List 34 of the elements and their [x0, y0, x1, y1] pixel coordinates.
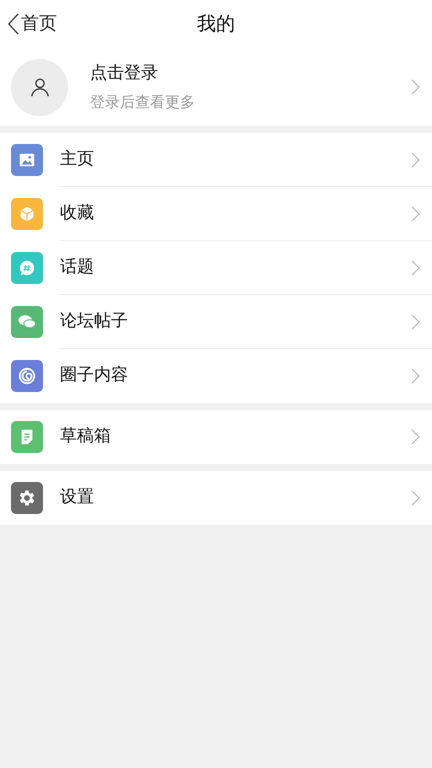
- person-icon: [28, 76, 50, 98]
- settings-icon: [17, 488, 37, 508]
- menu-item[interactable]: 设置: [0, 471, 432, 525]
- login-title: 点击登录: [90, 62, 159, 85]
- menu-label: 设置: [60, 486, 95, 510]
- chevron-right-icon: [411, 152, 420, 168]
- chevron-right-icon: [411, 429, 420, 445]
- cube-icon: [18, 205, 36, 223]
- menu-label: 话题: [60, 256, 95, 279]
- menu-item[interactable]: 圈子内容: [0, 349, 432, 403]
- menu-label: 圈子内容: [60, 364, 129, 388]
- chevron-right-icon: [411, 79, 420, 95]
- speech-bubble-icon: [18, 259, 36, 277]
- menu-item[interactable]: 收藏: [0, 187, 432, 241]
- chevron-right-icon: [411, 368, 420, 384]
- menu-label: 草稿箱: [60, 425, 112, 448]
- menu-label: 收藏: [60, 202, 95, 225]
- back-chevron-icon: [8, 12, 19, 34]
- image-icon: [18, 151, 36, 169]
- page-title: 我的: [197, 12, 235, 37]
- chevron-right-icon: [411, 314, 420, 330]
- login-subtitle: 登录后查看更多: [90, 92, 196, 112]
- menu-item[interactable]: 主页: [0, 133, 432, 187]
- chevron-right-icon: [411, 260, 420, 276]
- back-button[interactable]: 首页: [8, 10, 57, 37]
- menu-label: 论坛帖子: [60, 310, 129, 333]
- chevron-right-icon: [411, 206, 420, 222]
- menu-item[interactable]: 草稿箱: [0, 410, 432, 464]
- spiral-icon: [18, 367, 36, 385]
- menu-label: 主页: [60, 148, 95, 171]
- menu-item[interactable]: 论坛帖子: [0, 295, 432, 349]
- chevron-right-icon: [411, 490, 420, 506]
- login-row[interactable]: 点击登录 登录后查看更多: [0, 48, 432, 126]
- menu-item[interactable]: 话题: [0, 241, 432, 295]
